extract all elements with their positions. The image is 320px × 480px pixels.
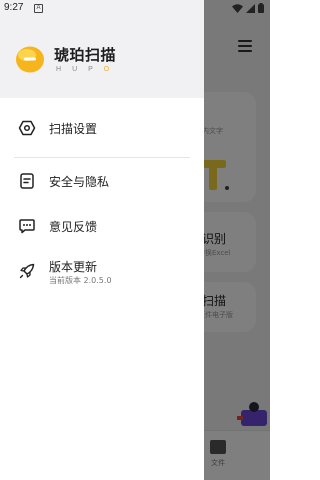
hexagon-settings-icon (18, 120, 36, 136)
menu-item-feedback[interactable]: 意见反馈 (0, 206, 204, 246)
menu-item-version-update[interactable]: 版本更新 当前版本 2.0.5.0 (0, 252, 204, 292)
menu-item-label: 版本更新 (49, 260, 98, 274)
wifi-icon (232, 3, 243, 13)
rocket-icon (19, 263, 35, 279)
app-logo-icon (16, 46, 44, 73)
app-name: 琥珀扫描 (54, 46, 117, 64)
status-time: 9:27 (4, 2, 24, 13)
menu-item-scan-settings[interactable]: 扫描设置 (0, 108, 204, 148)
menu-item-label: 安全与隐私 (49, 174, 110, 189)
app-subtitle: H U P O (56, 66, 109, 73)
battery-icon (258, 3, 264, 13)
menu-item-label: 意见反馈 (49, 219, 98, 234)
menu-item-label: 扫描设置 (49, 121, 98, 136)
document-icon (20, 173, 34, 189)
notification-icon: A (34, 4, 43, 13)
menu-item-security-privacy[interactable]: 安全与隐私 (0, 161, 204, 201)
app-subtitle-letter: H (56, 66, 62, 73)
app-subtitle-letter: P (88, 66, 93, 73)
navigation-drawer: 琥珀扫描 H U P O 扫描设置 安全与隐私 意见反馈 版本更新 当前版本 2… (0, 0, 204, 480)
chat-bubble-icon (19, 219, 35, 234)
signal-icon (246, 3, 255, 13)
current-version-text: 当前版本 2.0.5.0 (49, 276, 112, 285)
app-subtitle-letter: O (103, 66, 110, 73)
app-subtitle-letter: U (72, 66, 78, 73)
status-bar: 9:27 A (0, 0, 270, 18)
menu-divider (14, 157, 190, 158)
